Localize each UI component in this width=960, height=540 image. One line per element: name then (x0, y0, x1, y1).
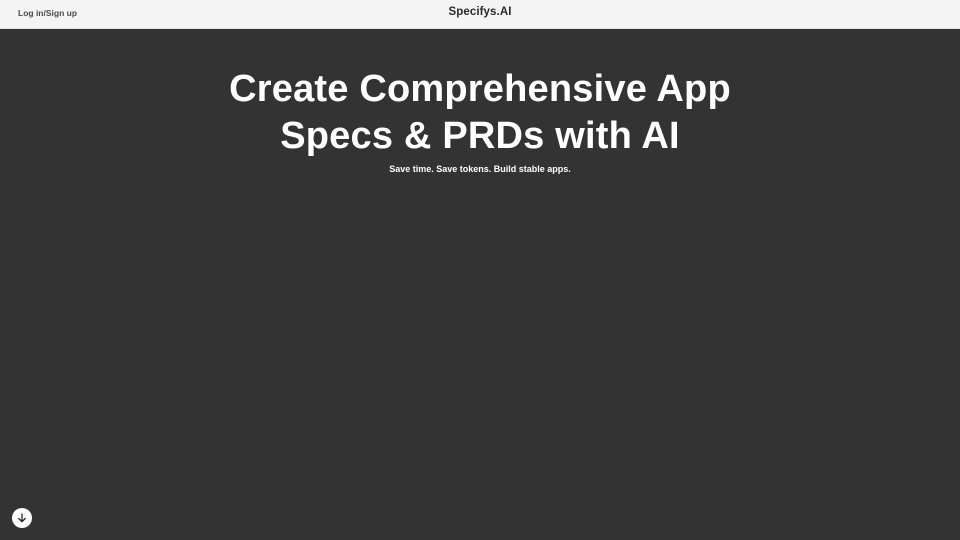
top-navigation-bar: Log in/Sign up Specifys.AI (0, 0, 960, 29)
scroll-down-button[interactable] (12, 508, 32, 528)
hero-section: Create Comprehensive App Specs & PRDs wi… (0, 66, 960, 174)
brand-logo-text[interactable]: Specifys.AI (0, 6, 960, 18)
hero-title: Create Comprehensive App Specs & PRDs wi… (229, 68, 731, 157)
hero-subtitle: Save time. Save tokens. Build stable app… (389, 164, 571, 174)
arrow-down-icon (18, 513, 26, 523)
